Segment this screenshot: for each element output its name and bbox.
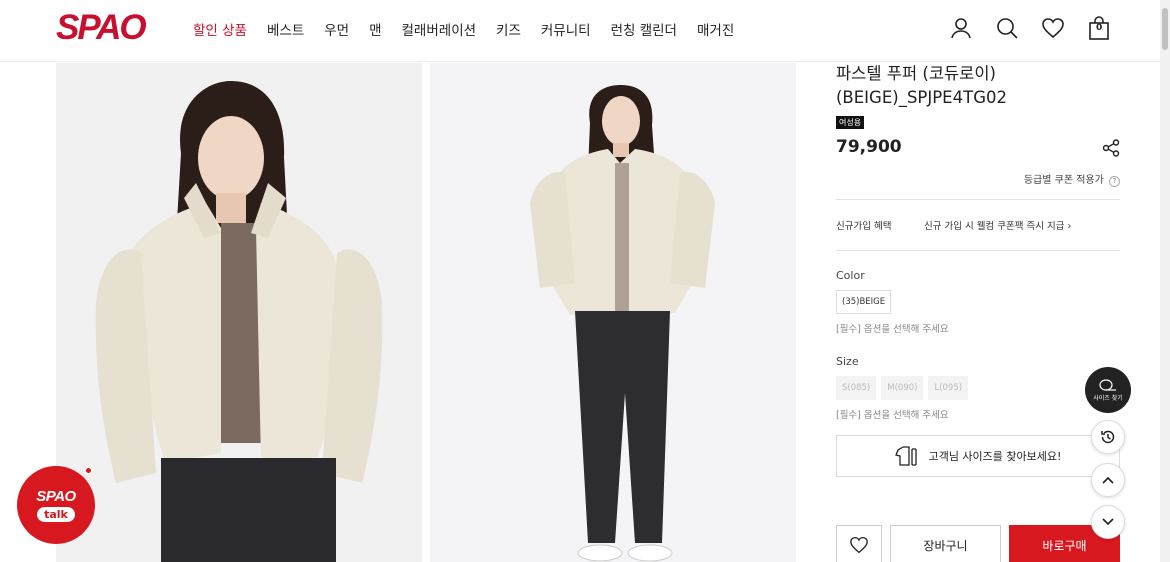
size-option-l[interactable]: L(095) bbox=[928, 376, 969, 400]
size-label: Size bbox=[836, 355, 859, 368]
site-header: SPAO 할인 상품 베스트 우먼 맨 컬래버레이션 키즈 커뮤니티 런칭 캘린… bbox=[0, 0, 1160, 62]
size-finder-label: 고객님 사이즈를 찾아보세요! bbox=[928, 450, 1062, 463]
history-button[interactable] bbox=[1091, 420, 1125, 454]
nav-item-men[interactable]: 맨 bbox=[369, 19, 381, 39]
size-find-label: 사이즈 찾기 bbox=[1093, 394, 1123, 402]
main-nav: 할인 상품 베스트 우먼 맨 컬래버레이션 키즈 커뮤니티 런칭 캘린더 매거진 bbox=[193, 19, 734, 39]
share-icon[interactable] bbox=[1102, 139, 1120, 161]
header-icons: 0 bbox=[948, 14, 1112, 42]
signup-benefit-row[interactable]: 신규가입 혜택 신규 가입 시 웰컴 쿠폰팩 즉시 지급 › bbox=[836, 200, 1120, 250]
coupon-label: 등급별 쿠폰 적용가 bbox=[1023, 175, 1104, 186]
page-scrollbar[interactable] bbox=[1160, 0, 1170, 562]
talk-label: talk bbox=[37, 507, 75, 522]
tape-measure-icon bbox=[1099, 378, 1116, 391]
color-options: (35)BEIGE bbox=[836, 290, 1120, 314]
user-icon[interactable] bbox=[948, 14, 974, 42]
purchase-actions: 장바구니 바로구매 bbox=[836, 525, 1120, 562]
history-icon bbox=[1101, 430, 1115, 444]
size-option-s[interactable]: S(085) bbox=[836, 376, 877, 400]
scroll-top-button[interactable] bbox=[1091, 463, 1125, 497]
spao-talk-button[interactable]: SPAO talk bbox=[17, 466, 95, 544]
nav-item-magazine[interactable]: 매거진 bbox=[697, 19, 734, 39]
benefit-value[interactable]: 신규 가입 시 웰컴 쿠폰팩 즉시 지급 › bbox=[924, 218, 1120, 232]
nav-item-best[interactable]: 베스트 bbox=[267, 19, 304, 39]
cart-icon[interactable]: 0 bbox=[1086, 14, 1112, 42]
heart-icon bbox=[850, 536, 868, 554]
coupon-price-info[interactable]: 등급별 쿠폰 적용가 ? bbox=[836, 171, 1120, 187]
color-label: Color bbox=[836, 269, 865, 282]
product-image-full[interactable] bbox=[430, 63, 796, 562]
scroll-bottom-button[interactable] bbox=[1091, 505, 1125, 539]
product-title-line2: (BEIGE)_SPJPE4TG02 bbox=[836, 88, 1007, 107]
chevron-down-icon bbox=[1102, 518, 1114, 526]
nav-item-community[interactable]: 커뮤니티 bbox=[541, 19, 591, 39]
nav-item-launch-calendar[interactable]: 런칭 캘린더 bbox=[611, 19, 677, 39]
size-finder-button[interactable]: 고객님 사이즈를 찾아보세요! bbox=[836, 435, 1120, 477]
notification-dot bbox=[85, 467, 92, 474]
size-find-fab[interactable]: 사이즈 찾기 bbox=[1085, 367, 1131, 413]
product-info-panel: 파스텔 푸퍼 (코듀로이) (BEIGE)_SPJPE4TG02 여성용 79,… bbox=[836, 62, 1120, 562]
talk-logo: SPAO bbox=[36, 488, 76, 505]
benefit-label: 신규가입 혜택 bbox=[836, 221, 892, 232]
product-title-line1: 파스텔 푸퍼 (코듀로이) bbox=[836, 64, 996, 83]
help-icon[interactable]: ? bbox=[1109, 176, 1120, 187]
price-row: 79,900 bbox=[836, 137, 1120, 163]
color-required-hint: [필수] 옵션을 선택해 주세요 bbox=[836, 324, 949, 335]
spao-logo[interactable]: SPAO bbox=[56, 10, 147, 46]
tshirt-icon bbox=[894, 446, 917, 466]
size-required-hint: [필수] 옵션을 선택해 주세요 bbox=[836, 410, 949, 421]
size-option-m[interactable]: M(090) bbox=[881, 376, 924, 400]
search-icon[interactable] bbox=[994, 14, 1020, 42]
nav-item-kids[interactable]: 키즈 bbox=[496, 19, 521, 39]
cart-count: 0 bbox=[1096, 23, 1103, 33]
heart-icon[interactable] bbox=[1040, 14, 1066, 42]
scrollbar-thumb[interactable] bbox=[1162, 8, 1168, 50]
product-price: 79,900 bbox=[836, 137, 902, 157]
wishlist-button[interactable] bbox=[836, 525, 882, 562]
add-to-cart-button[interactable]: 장바구니 bbox=[890, 525, 1001, 562]
nav-item-collaboration[interactable]: 컬래버레이션 bbox=[402, 19, 477, 39]
nav-item-sale[interactable]: 할인 상품 bbox=[193, 19, 247, 39]
chevron-up-icon bbox=[1102, 476, 1114, 484]
divider bbox=[836, 250, 1120, 251]
size-options: S(085) M(090) L(095) bbox=[836, 376, 1120, 400]
color-option-beige[interactable]: (35)BEIGE bbox=[836, 290, 892, 314]
nav-item-women[interactable]: 우먼 bbox=[324, 19, 349, 39]
product-image-front[interactable] bbox=[56, 63, 422, 562]
gender-badge: 여성용 bbox=[836, 116, 865, 129]
